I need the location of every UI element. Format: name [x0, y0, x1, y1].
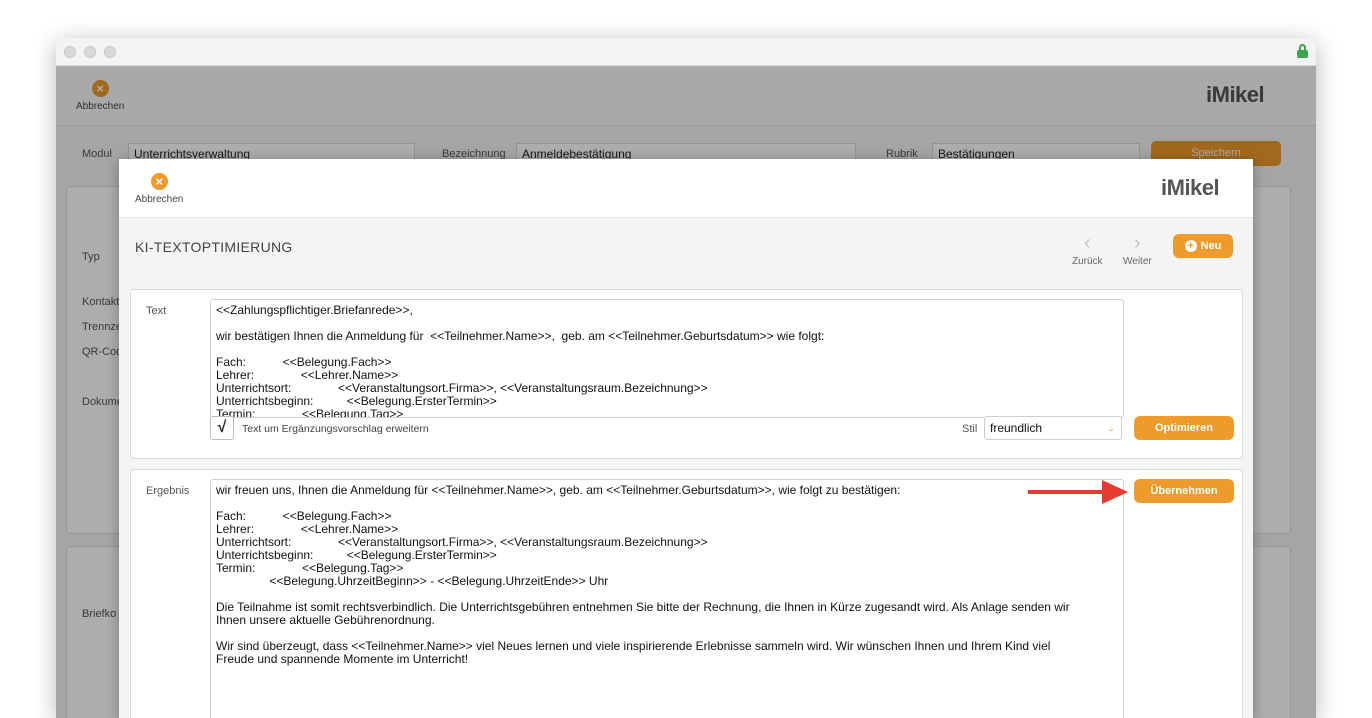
modal-logo: iMikel: [1161, 175, 1220, 201]
minimize-window-button[interactable]: [84, 46, 96, 58]
modal-cancel-label: Abbrechen: [135, 194, 184, 205]
text-input[interactable]: <<Zahlungspflichtiger.Briefanrede>>, wir…: [210, 299, 1124, 418]
browser-window: × Abbrechen iMikel Modul Unterrichtsverw…: [56, 38, 1316, 718]
zoom-window-button[interactable]: [104, 46, 116, 58]
lock-icon: [1297, 44, 1308, 58]
next-button[interactable]: › Weiter: [1123, 232, 1152, 267]
apply-button[interactable]: Übernehmen: [1134, 479, 1234, 503]
extend-suggestion-checkbox[interactable]: √: [210, 416, 234, 440]
chevron-left-icon: ‹: [1083, 232, 1091, 254]
stil-select[interactable]: freundlich ⌄: [984, 416, 1122, 440]
modal-toolbar: × Abbrechen iMikel: [119, 159, 1253, 218]
result-label: Ergebnis: [146, 485, 190, 497]
annotation-arrow-icon: [1028, 480, 1128, 504]
extend-suggestion-label: Text um Ergänzungsvorschlag erweitern: [242, 423, 429, 435]
back-button[interactable]: ‹ Zurück: [1072, 232, 1103, 267]
optimize-button[interactable]: Optimieren: [1134, 416, 1234, 440]
new-button[interactable]: + Neu: [1173, 234, 1233, 258]
plus-icon: +: [1184, 240, 1197, 252]
chevron-down-icon: ⌄: [1107, 423, 1115, 433]
stil-label: Stil: [962, 423, 978, 435]
text-section: Text <<Zahlungspflichtiger.Briefanrede>>…: [130, 289, 1243, 459]
modal-header: KI-TEXTOPTIMIERUNG ‹ Zurück › Weiter + N…: [119, 218, 1253, 279]
next-label: Weiter: [1123, 256, 1152, 267]
text-label: Text: [146, 305, 167, 317]
window-titlebar: [56, 38, 1316, 66]
close-window-button[interactable]: [64, 46, 76, 58]
chevron-right-icon: ›: [1134, 232, 1141, 254]
page-title: KI-TEXTOPTIMIERUNG: [135, 239, 293, 255]
back-label: Zurück: [1072, 256, 1103, 267]
modal-cancel-button[interactable]: × Abbrechen: [135, 173, 183, 205]
stil-value: freundlich: [990, 421, 1043, 435]
close-icon: ×: [150, 173, 168, 190]
new-label: Neu: [1200, 240, 1222, 252]
ki-textoptimierung-dialog: × Abbrechen iMikel KI-TEXTOPTIMIERUNG ‹ …: [119, 159, 1253, 718]
result-output[interactable]: wir freuen uns, Ihnen die Anmeldung für …: [210, 479, 1124, 718]
modal-logo-text: iMikel: [1161, 175, 1220, 200]
